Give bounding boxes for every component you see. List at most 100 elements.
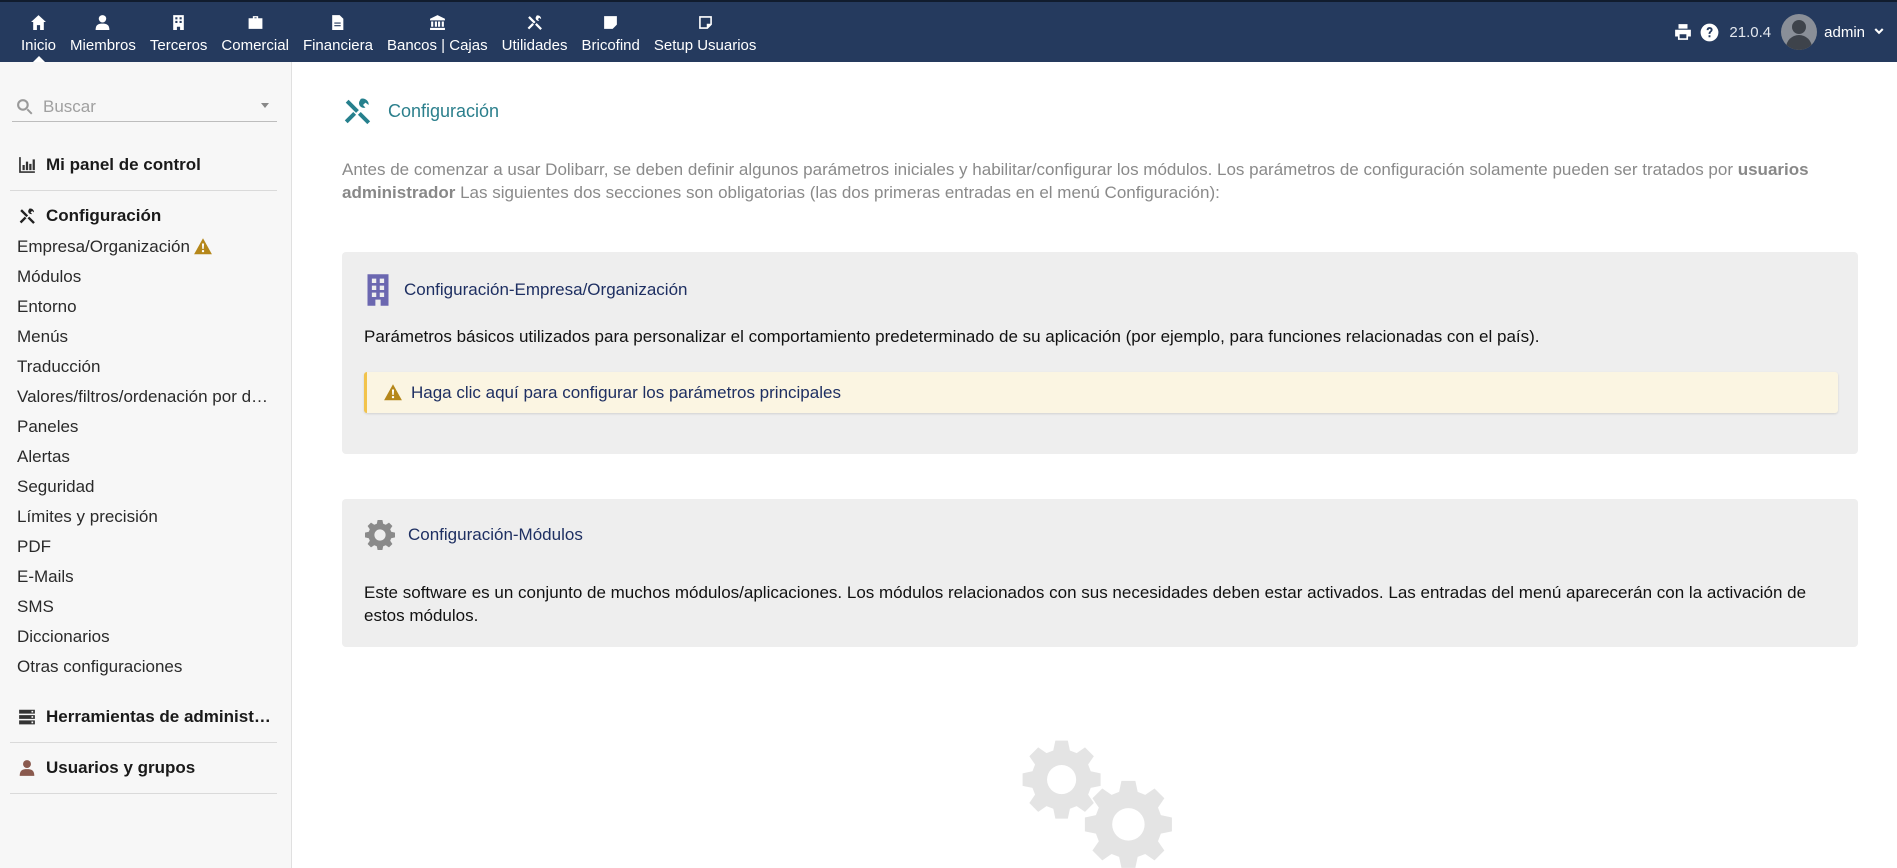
tools-icon <box>527 15 542 30</box>
intro-part: Antes de comenzar a usar Dolibarr, se de… <box>342 160 1738 179</box>
chevron-down-icon[interactable] <box>261 103 269 108</box>
warning-icon <box>194 238 212 255</box>
company-setup-card: Configuración-Empresa/Organización Parám… <box>342 252 1858 454</box>
topmenu-utilidades[interactable]: Utilidades <box>495 2 575 62</box>
server-icon <box>19 709 35 725</box>
top-right-tools: 21.0.4 admin <box>1670 2 1889 62</box>
note-icon <box>604 16 618 29</box>
company-setup-notice[interactable]: Haga clic aquí para configurar los parám… <box>364 372 1838 413</box>
topmenu-financiera[interactable]: Financiera <box>296 2 380 62</box>
company-card-title[interactable]: Configuración-Empresa/Organización <box>404 280 687 300</box>
topmenu-comercial[interactable]: Comercial <box>214 2 296 62</box>
company-card-text: Parámetros básicos utilizados para perso… <box>364 327 1540 346</box>
sidebar-item-label: Menús <box>17 327 69 346</box>
sidebar-item-valores-defecto[interactable]: Valores/filtros/ordenación por defecto <box>17 386 282 416</box>
topmenu-label: Terceros <box>149 37 208 54</box>
sidebar-item-label: Diccionarios <box>17 627 110 646</box>
top-menu: Inicio Miembros Terceros Comercial Finan… <box>14 2 763 62</box>
topmenu-setup-usuarios[interactable]: Setup Usuarios <box>647 2 764 62</box>
print-icon[interactable] <box>1674 23 1692 41</box>
sidebar-dashboard-label: Mi panel de control <box>46 155 201 174</box>
sidebar-item-label: Traducción <box>17 357 101 376</box>
decorative-gears-icon <box>1022 740 1172 868</box>
sidebar-item-modulos[interactable]: Módulos <box>17 266 282 296</box>
sidebar-search[interactable] <box>12 92 277 122</box>
sidebar-item-empresa[interactable]: Empresa/Organización <box>17 236 282 266</box>
setup-submenu: Empresa/Organización Módulos Entorno Men… <box>17 236 282 686</box>
sidebar-item-menus[interactable]: Menús <box>17 326 282 356</box>
user-icon <box>19 760 35 776</box>
topmenu-label: Financiera <box>302 37 373 54</box>
sidebar-item-emails[interactable]: E-Mails <box>17 566 282 596</box>
intro-part: Las siguientes dos secciones son obligat… <box>455 183 1220 202</box>
page-title-text: Configuración <box>388 100 500 121</box>
sidebar-divider <box>10 742 277 743</box>
topmenu-label: Miembros <box>70 37 136 54</box>
bank-icon <box>429 15 445 30</box>
sidebar-item-alertas[interactable]: Alertas <box>17 446 282 476</box>
intro-text: Antes de comenzar a usar Dolibarr, se de… <box>342 158 1842 204</box>
topmenu-miembros[interactable]: Miembros <box>63 2 143 62</box>
sidebar-item-diccionarios[interactable]: Diccionarios <box>17 626 282 656</box>
sidebar-item-entorno[interactable]: Entorno <box>17 296 282 326</box>
sidebar-item-label: Entorno <box>17 297 77 316</box>
sidebar-item-label: Otras configuraciones <box>17 657 183 676</box>
warning-icon <box>384 384 402 401</box>
help-icon[interactable] <box>1700 23 1719 42</box>
user-icon <box>96 15 110 30</box>
file-invoice-icon <box>332 15 344 30</box>
topmenu-label: Bricofind <box>581 37 640 54</box>
topmenu-inicio[interactable]: Inicio <box>14 2 63 62</box>
chevron-down-icon[interactable] <box>1873 26 1885 38</box>
sidebar-section-setup[interactable]: Configuración <box>10 201 277 231</box>
username[interactable]: admin <box>1824 24 1865 41</box>
topmenu-label: Comercial <box>221 37 289 54</box>
building-icon <box>173 15 184 30</box>
sidebar-item-pdf[interactable]: PDF <box>17 536 282 566</box>
sidebar-item-label: PDF <box>17 537 51 556</box>
company-setup-link[interactable]: Haga clic aquí para configurar los parám… <box>411 383 841 403</box>
sidebar-item-sms[interactable]: SMS <box>17 596 282 626</box>
briefcase-icon <box>248 16 263 29</box>
main-content: Configuración Antes de comenzar a usar D… <box>292 62 1897 868</box>
topmenu-label: Bancos | Cajas <box>386 37 488 54</box>
sidebar-users-label: Usuarios y grupos <box>46 758 196 777</box>
modules-card-title[interactable]: Configuración-Módulos <box>408 525 583 545</box>
topmenu-label: Inicio <box>21 37 57 54</box>
search-icon <box>17 99 33 115</box>
topmenu-bricofind[interactable]: Bricofind <box>574 2 646 62</box>
topmenu-terceros[interactable]: Terceros <box>143 2 215 62</box>
sidebar-item-label: Seguridad <box>17 477 95 496</box>
sidebar-section-users[interactable]: Usuarios y grupos <box>10 753 277 783</box>
chart-bar-icon <box>19 157 35 173</box>
sidebar-item-paneles[interactable]: Paneles <box>17 416 282 446</box>
topmenu-label: Setup Usuarios <box>653 37 757 54</box>
company-building-icon <box>367 274 389 306</box>
version-label: 21.0.4 <box>1729 23 1772 41</box>
left-sidebar: Mi panel de control Configuración Empres… <box>0 62 292 868</box>
sidebar-item-seguridad[interactable]: Seguridad <box>17 476 282 506</box>
sidebar-item-label: Límites y precisión <box>17 507 158 526</box>
note-icon <box>698 16 712 29</box>
sidebar-item-traduccion[interactable]: Traducción <box>17 356 282 386</box>
sidebar-section-dashboard[interactable]: Mi panel de control <box>10 150 277 180</box>
topmenu-bancos-cajas[interactable]: Bancos | Cajas <box>380 2 495 62</box>
modules-card-text: Este software es un conjunto de muchos m… <box>364 583 1807 625</box>
sidebar-item-label: E-Mails <box>17 567 74 586</box>
sidebar-divider <box>10 793 277 794</box>
sidebar-item-otras[interactable]: Otras configuraciones <box>17 656 282 686</box>
sidebar-admin-tools-label: Herramientas de administración <box>46 707 271 726</box>
search-input[interactable] <box>43 96 243 117</box>
sidebar-item-limites[interactable]: Límites y precisión <box>17 506 282 536</box>
sidebar-section-admin-tools[interactable]: Herramientas de administración <box>10 702 277 732</box>
modules-card-header[interactable]: Configuración-Módulos <box>364 519 583 551</box>
sidebar-item-label: Paneles <box>17 417 79 436</box>
topmenu-label: Utilidades <box>501 37 568 54</box>
gear-icon <box>365 520 395 550</box>
home-icon <box>31 15 46 30</box>
company-card-header[interactable]: Configuración-Empresa/Organización <box>364 274 687 306</box>
sidebar-divider <box>10 190 277 191</box>
avatar[interactable] <box>1781 14 1818 50</box>
sidebar-item-label: Empresa/Organización <box>17 237 190 256</box>
sidebar-setup-label: Configuración <box>46 206 162 225</box>
